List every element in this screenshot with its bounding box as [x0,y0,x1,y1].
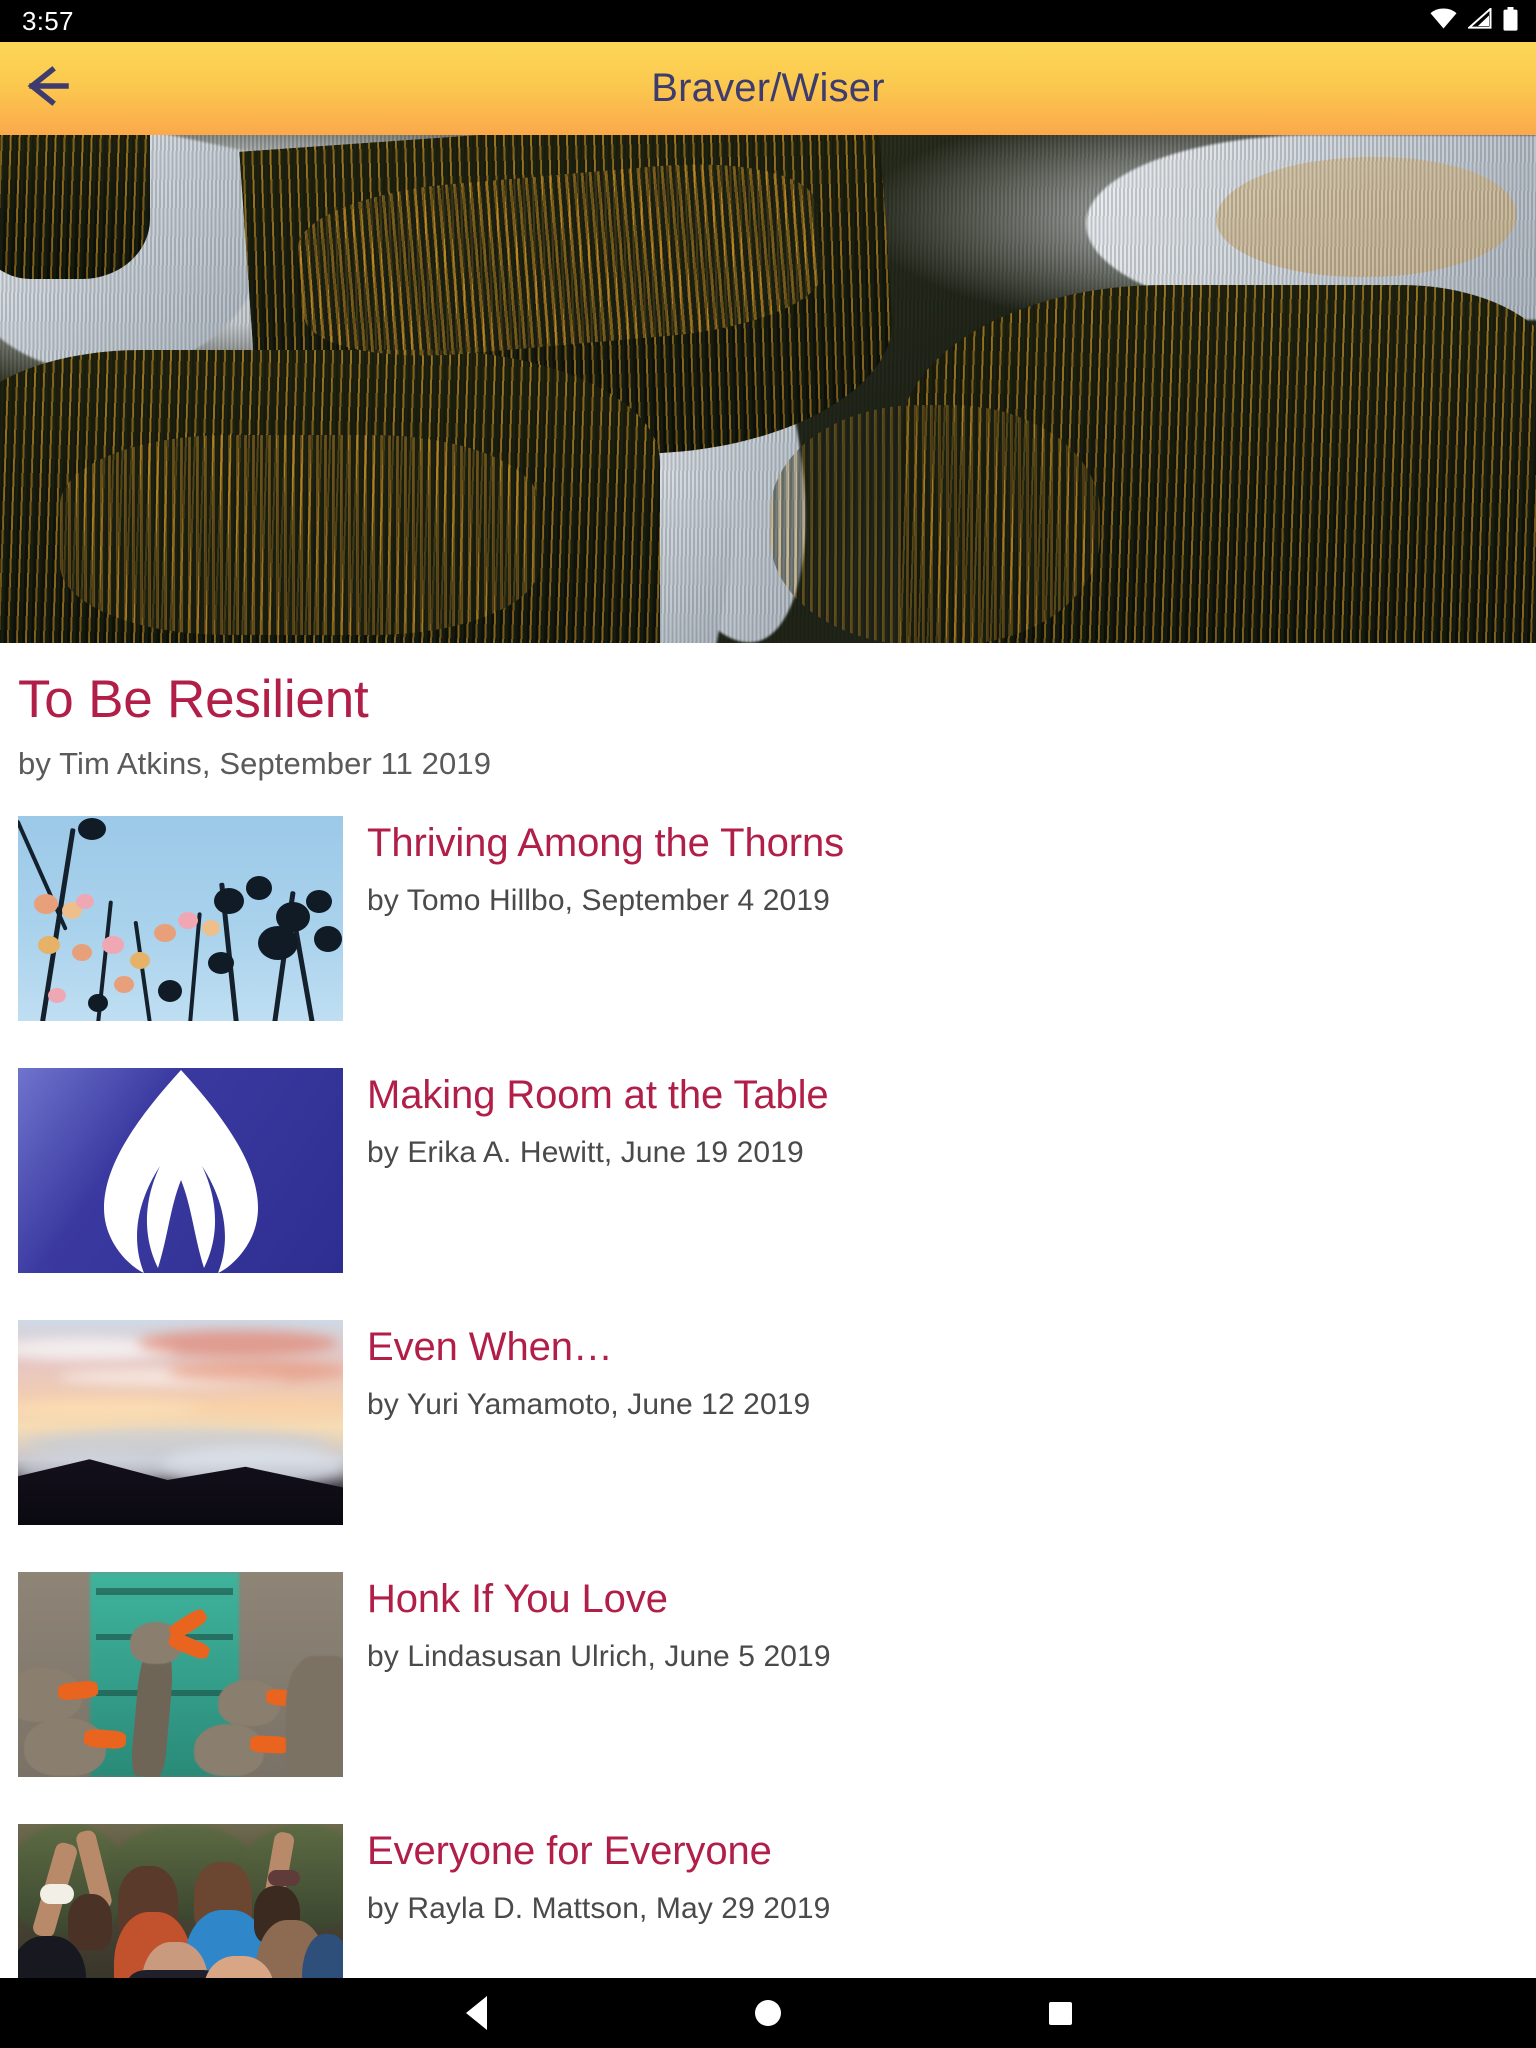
featured-article-header[interactable]: To Be Resilient by Tim Atkins, September… [0,643,1536,782]
featured-byline: by Tim Atkins, September 11 2019 [18,746,492,782]
square-recents-icon [1048,2001,1072,2025]
article-title: Thriving Among the Thorns [367,821,845,866]
status-clock: 3:57 [22,6,74,36]
status-icon-group [1430,6,1518,36]
article-text-block: Everyone for Everyone by Rayla D. Mattso… [367,1824,1518,1926]
article-thumbnail-sunset [18,1320,343,1526]
featured-title: To Be Resilient [18,670,369,729]
article-byline: by Lindasusan Ulrich, June 5 2019 [367,1640,831,1674]
nav-home-button[interactable] [720,1978,816,2048]
article-list: Thriving Among the Thorns by Tomo Hillbo… [0,816,1536,1978]
list-item[interactable]: Even When… by Yuri Yamamoto, June 12 201… [0,1320,1536,1526]
flaming-chalice-icon [104,1070,258,1274]
article-thumbnail-geese [18,1572,343,1778]
app-bar: Braver/Wiser [0,42,1536,135]
article-text-block: Even When… by Yuri Yamamoto, June 12 201… [367,1320,1518,1422]
list-item[interactable]: Making Room at the Table by Erika A. Hew… [0,1068,1536,1274]
nav-back-button[interactable] [428,1978,524,2048]
article-scroll-view[interactable]: To Be Resilient by Tim Atkins, September… [0,135,1536,1978]
status-bar: 3:57 [0,0,1536,42]
hero-texture-overlay [0,135,1536,643]
list-item[interactable]: Thriving Among the Thorns by Tomo Hillbo… [0,816,1536,1022]
article-title: Honk If You Love [367,1577,668,1622]
android-navigation-bar [0,1978,1536,2048]
article-title: Even When… [367,1325,613,1370]
article-title: Making Room at the Table [367,1073,829,1118]
article-text-block: Honk If You Love by Lindasusan Ulrich, J… [367,1572,1518,1674]
article-byline: by Yuri Yamamoto, June 12 2019 [367,1388,811,1422]
article-text-block: Thriving Among the Thorns by Tomo Hillbo… [367,816,1518,918]
article-thumbnail-thistle [18,816,343,1022]
battery-icon [1503,6,1518,36]
list-item[interactable]: Everyone for Everyone by Rayla D. Mattso… [0,1824,1536,1978]
triangle-back-icon [465,1996,487,2030]
list-item[interactable]: Honk If You Love by Lindasusan Ulrich, J… [0,1572,1536,1778]
cellular-signal-icon [1466,6,1492,34]
article-thumbnail-crowd [18,1824,343,1978]
article-thumbnail-chalice [18,1068,343,1274]
article-byline: by Erika A. Hewitt, June 19 2019 [367,1136,804,1170]
circle-home-icon [755,2000,781,2026]
back-button[interactable] [0,42,96,135]
article-title: Everyone for Everyone [367,1829,772,1874]
article-text-block: Making Room at the Table by Erika A. Hew… [367,1068,1518,1170]
article-byline: by Rayla D. Mattson, May 29 2019 [367,1892,831,1926]
featured-hero-image[interactable] [0,135,1536,643]
app-screen: 3:57 Braver/Wiser To Be Resilient by Tim… [0,0,1536,2048]
arrow-left-icon [22,64,74,113]
nav-recents-button[interactable] [1012,1978,1108,2048]
app-bar-title: Braver/Wiser [651,66,885,110]
article-byline: by Tomo Hillbo, September 4 2019 [367,884,830,918]
wifi-icon [1430,8,1457,34]
